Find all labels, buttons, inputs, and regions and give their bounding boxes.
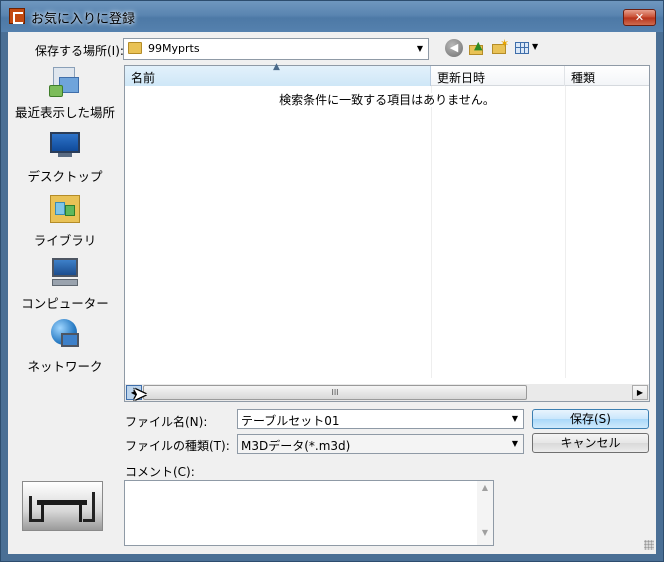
app-icon [9, 8, 25, 24]
preview-thumbnail [22, 481, 103, 531]
filename-input[interactable]: テーブルセット01 ▼ [237, 409, 524, 429]
horizontal-scrollbar[interactable]: ◀ III ▶ [125, 384, 649, 401]
scroll-right-icon[interactable]: ▶ [632, 385, 648, 400]
place-network[interactable]: ネットワーク [8, 319, 122, 379]
place-computer-label: コンピューター [21, 296, 109, 311]
resize-grip-icon[interactable] [644, 540, 654, 550]
place-desktop-label: デスクトップ [27, 169, 103, 184]
chevron-down-icon[interactable]: ▼ [507, 410, 523, 428]
scroll-down-icon[interactable]: ▼ [477, 528, 493, 543]
computer-icon [49, 256, 81, 288]
place-recent-label: 最近表示した場所 [14, 105, 115, 120]
dialog-body: 保存する場所(I): 99Myprts ▼ ◀ ▲ ✶ ▼ 最近表示した場所 デ… [8, 32, 656, 554]
back-icon[interactable]: ◀ [445, 39, 463, 57]
library-icon [49, 193, 81, 225]
save-favorite-dialog: お気に入りに登録 ✕ 保存する場所(I): 99Myprts ▼ ◀ ▲ ✶ ▼… [0, 0, 664, 562]
column-divider [565, 86, 566, 378]
empty-list-text: 検索条件に一致する項目はありません。 [279, 93, 495, 107]
column-header-date[interactable]: 更新日時 [431, 66, 565, 86]
cancel-button[interactable]: キャンセル [532, 433, 649, 453]
place-library[interactable]: ライブラリ [8, 193, 122, 253]
desktop-icon [49, 129, 81, 161]
filename-value: テーブルセット01 [241, 414, 340, 428]
column-header-type[interactable]: 種類 [565, 66, 649, 86]
places-bar: 最近表示した場所 デスクトップ ライブラリ コンピューター ネットワーク [8, 65, 122, 375]
comment-textarea[interactable]: ▲ ▼ [124, 480, 494, 546]
save-in-value: 99Myprts [148, 42, 200, 55]
save-in-dropdown[interactable]: 99Myprts ▼ [123, 38, 429, 60]
place-network-label: ネットワーク [27, 359, 103, 374]
column-name-label: 名前 [131, 71, 156, 85]
views-menu-icon[interactable]: ▼ [515, 39, 543, 57]
filetype-dropdown[interactable]: M3Dデータ(*.m3d) ▼ [237, 434, 524, 454]
place-recent[interactable]: 最近表示した場所 [8, 65, 122, 125]
scroll-thumb[interactable]: III [143, 385, 527, 400]
recent-places-icon [49, 65, 81, 97]
comment-scrollbar[interactable]: ▲ ▼ [477, 481, 493, 545]
column-header-name[interactable]: 名前 ▲ [125, 62, 431, 86]
save-in-label: 保存する場所(I): [35, 44, 124, 58]
mouse-cursor-icon: ➤ [132, 384, 148, 405]
chevron-down-icon: ▼ [511, 439, 519, 448]
title-bar[interactable]: お気に入りに登録 ✕ [1, 1, 663, 32]
sort-ascending-icon: ▲ [273, 62, 280, 72]
chevron-down-icon: ▼ [416, 44, 424, 53]
new-folder-icon[interactable]: ✶ [491, 37, 509, 57]
column-type-label: 種類 [571, 71, 596, 85]
window-title: お気に入りに登録 [31, 12, 136, 27]
place-library-label: ライブラリ [33, 233, 97, 248]
up-folder-icon[interactable]: ▲ [468, 39, 486, 57]
place-desktop[interactable]: デスクトップ [8, 129, 122, 189]
column-header: 名前 ▲ 更新日時 種類 [125, 62, 649, 86]
folder-icon [128, 42, 142, 54]
close-button[interactable]: ✕ [623, 9, 656, 26]
file-list[interactable]: 名前 ▲ 更新日時 種類 検索条件に一致する項目はありません。 ◀ III ▶ [124, 62, 650, 402]
filetype-label: ファイルの種類(T): [125, 439, 230, 453]
filename-label: ファイル名(N): [125, 415, 208, 429]
filetype-value: M3Dデータ(*.m3d) [241, 439, 351, 453]
comment-label: コメント(C): [125, 465, 195, 479]
network-icon [49, 319, 81, 351]
place-computer[interactable]: コンピューター [8, 256, 122, 316]
empty-list-message: 検索条件に一致する項目はありません。 [125, 91, 649, 108]
save-button[interactable]: 保存(S) [532, 409, 649, 429]
column-divider [431, 86, 432, 378]
close-icon: ✕ [634, 11, 645, 24]
scroll-up-icon[interactable]: ▲ [477, 483, 493, 498]
column-date-label: 更新日時 [437, 71, 486, 85]
